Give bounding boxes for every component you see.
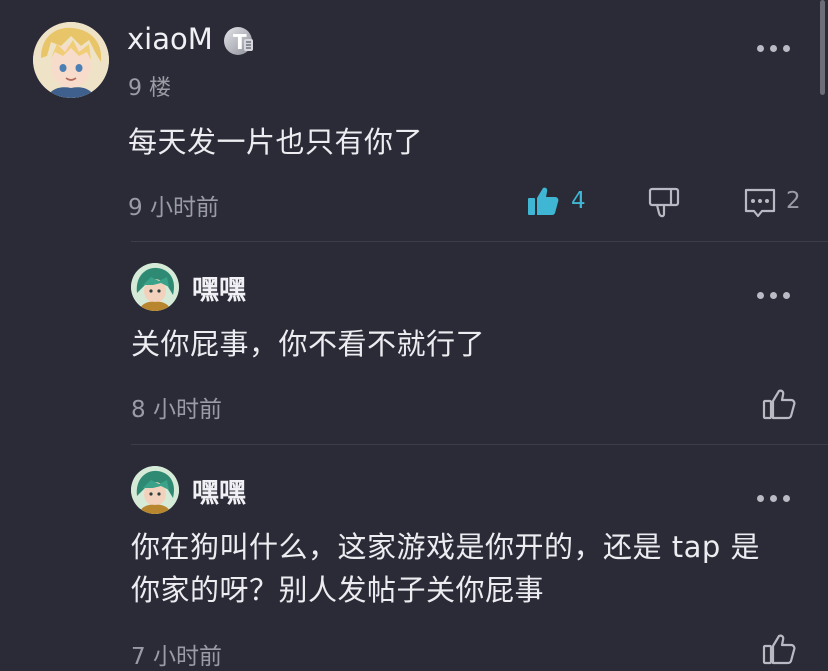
divider [131,241,828,242]
divider [131,444,828,445]
thumb-up-icon[interactable] [762,632,796,670]
comment-text-line: 你在狗叫什么，这家游戏是你开的，还是 tap 是 [131,530,760,564]
username[interactable]: 嘿嘿 [192,268,246,307]
floor-number: 9 楼 [128,76,171,101]
thumb-down-icon[interactable] [648,186,682,224]
username[interactable]: 嘿嘿 [192,471,246,510]
timestamp: 9 小时前 [128,195,219,221]
scrollbar[interactable] [820,0,825,95]
thumb-up-icon[interactable] [527,185,559,221]
more-dots-icon[interactable] [757,44,791,54]
thumb-up-icon[interactable] [762,387,796,425]
username[interactable]: xiaoM [127,22,213,56]
comment-icon[interactable] [743,187,777,225]
comment-text: 关你屁事，你不看不就行了 [131,327,486,361]
avatar[interactable] [33,22,109,98]
more-dots-icon[interactable] [757,494,791,504]
more-dots-icon[interactable] [757,291,791,301]
level-badge-icon: T [222,24,256,58]
like-count: 4 [571,188,586,214]
comment-text-line: 你家的呀？别人发帖子关你屁事 [131,573,545,607]
avatar[interactable] [131,466,179,514]
avatar[interactable] [131,263,179,311]
comment-text: 每天发一片也只有你了 [128,125,424,159]
timestamp: 8 小时前 [131,397,222,423]
reply-count: 2 [786,188,801,214]
timestamp: 7 小时前 [131,644,222,670]
